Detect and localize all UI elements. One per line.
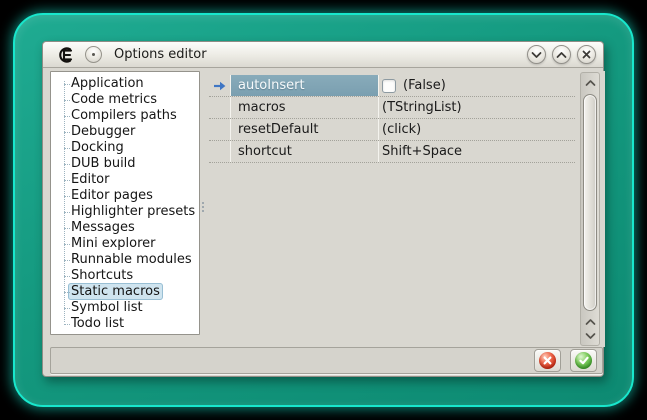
property-name[interactable]: resetDefault xyxy=(231,119,379,140)
sidebar-item-label: DUB build xyxy=(71,156,136,171)
sidebar-item-shortcuts[interactable]: Shortcuts xyxy=(52,268,198,284)
property-value[interactable]: (TStringList) xyxy=(379,97,575,118)
close-icon xyxy=(582,50,591,59)
sidebar-item-static-macros[interactable]: Static macros xyxy=(52,284,198,300)
sidebar-item-label: Debugger xyxy=(71,124,135,139)
keep-above-button[interactable] xyxy=(552,45,571,64)
sidebar-item-docking[interactable]: Docking xyxy=(52,140,198,156)
sidebar-item-label: Compilers paths xyxy=(71,108,177,123)
property-name[interactable]: autoInsert xyxy=(231,75,379,96)
sidebar-item-label: Shortcuts xyxy=(71,268,133,283)
sidebar-item-highlighter-presets[interactable]: Highlighter presets xyxy=(52,204,198,220)
property-grid: autoInsert (False) macros (TStringList) … xyxy=(209,71,605,347)
sidebar-item-runnable-modules[interactable]: Runnable modules xyxy=(52,252,198,268)
property-name[interactable]: macros xyxy=(231,97,379,118)
checkbox-unchecked[interactable] xyxy=(382,79,396,93)
property-value[interactable]: Shift+Space xyxy=(379,141,575,162)
scroll-up-button[interactable] xyxy=(581,76,599,90)
property-value[interactable]: (False) xyxy=(379,75,575,96)
property-row-shortcut[interactable]: shortcut Shift+Space xyxy=(209,141,575,163)
row-marker-gutter xyxy=(209,141,231,162)
sidebar-item-dub-build[interactable]: DUB build xyxy=(52,156,198,172)
sidebar-item-todo-list[interactable]: Todo list xyxy=(52,316,198,332)
sidebar-item-label: Editor xyxy=(71,172,109,187)
dot-icon xyxy=(92,53,95,56)
cancel-button[interactable] xyxy=(534,349,561,372)
red-cross-icon xyxy=(539,352,556,369)
chevron-up-icon xyxy=(585,79,596,87)
keep-below-button[interactable] xyxy=(527,45,546,64)
row-marker-gutter xyxy=(209,97,231,118)
window-frame: Options editor Application Code metrics … xyxy=(13,13,634,407)
sidebar-item-label: Mini explorer xyxy=(71,236,156,251)
window-title: Options editor xyxy=(114,47,207,62)
chevron-down-icon xyxy=(531,51,542,59)
property-row-macros[interactable]: macros (TStringList) xyxy=(209,97,575,119)
selected-item-highlight: Static macros xyxy=(68,283,163,300)
titlebar[interactable]: Options editor xyxy=(43,42,603,68)
scroll-up-button-bottom[interactable] xyxy=(581,315,599,329)
chevron-up-icon xyxy=(556,51,567,59)
scrollbar-thumb[interactable] xyxy=(583,94,597,311)
panel-splitter[interactable] xyxy=(202,200,205,214)
chevron-up-icon xyxy=(585,318,596,326)
sidebar-item-label: Todo list xyxy=(71,316,124,331)
property-value-text: (click) xyxy=(382,122,421,137)
sidebar-item-application[interactable]: Application xyxy=(52,76,198,92)
sidebar-item-label: Messages xyxy=(71,220,135,235)
titlebar-buttons xyxy=(527,45,596,64)
property-row-autoinsert[interactable]: autoInsert (False) xyxy=(209,75,575,97)
sidebar-item-label: Docking xyxy=(71,140,124,155)
footer-bar xyxy=(50,347,603,374)
property-value-text: (TStringList) xyxy=(382,100,462,115)
sidebar-item-label: Code metrics xyxy=(71,92,157,107)
sidebar-item-editor[interactable]: Editor xyxy=(52,172,198,188)
sidebar-item-messages[interactable]: Messages xyxy=(52,220,198,236)
sidebar-item-label: Application xyxy=(71,76,144,91)
row-marker-gutter xyxy=(209,119,231,140)
row-marker-gutter xyxy=(209,75,231,96)
menu-dot-button[interactable] xyxy=(85,46,102,63)
options-editor-dialog: Options editor Application Code metrics … xyxy=(42,41,604,377)
sidebar-item-code-metrics[interactable]: Code metrics xyxy=(52,92,198,108)
sidebar-item-label: Editor pages xyxy=(71,188,153,203)
scroll-down-button[interactable] xyxy=(581,329,599,343)
blue-arrow-icon xyxy=(213,81,226,91)
grid-vertical-scrollbar[interactable] xyxy=(580,72,600,346)
sidebar-item-label: Runnable modules xyxy=(71,252,192,267)
property-name[interactable]: shortcut xyxy=(231,141,379,162)
green-check-icon xyxy=(575,352,592,369)
category-tree: Application Code metrics Compilers paths… xyxy=(50,71,200,335)
chevron-down-icon xyxy=(585,332,596,340)
coedit-logo-icon xyxy=(56,46,74,64)
close-button[interactable] xyxy=(577,45,596,64)
sidebar-item-label: Highlighter presets xyxy=(71,204,195,219)
sidebar-item-label: Symbol list xyxy=(71,300,143,315)
accept-button[interactable] xyxy=(570,349,597,372)
property-row-resetdefault[interactable]: resetDefault (click) xyxy=(209,119,575,141)
sidebar-item-editor-pages[interactable]: Editor pages xyxy=(52,188,198,204)
sidebar-item-compilers-paths[interactable]: Compilers paths xyxy=(52,108,198,124)
property-value[interactable]: (click) xyxy=(379,119,575,140)
property-value-text: Shift+Space xyxy=(382,144,462,159)
sidebar-item-symbol-list[interactable]: Symbol list xyxy=(52,300,198,316)
sidebar-item-debugger[interactable]: Debugger xyxy=(52,124,198,140)
property-value-text: (False) xyxy=(403,78,446,93)
sidebar-item-mini-explorer[interactable]: Mini explorer xyxy=(52,236,198,252)
